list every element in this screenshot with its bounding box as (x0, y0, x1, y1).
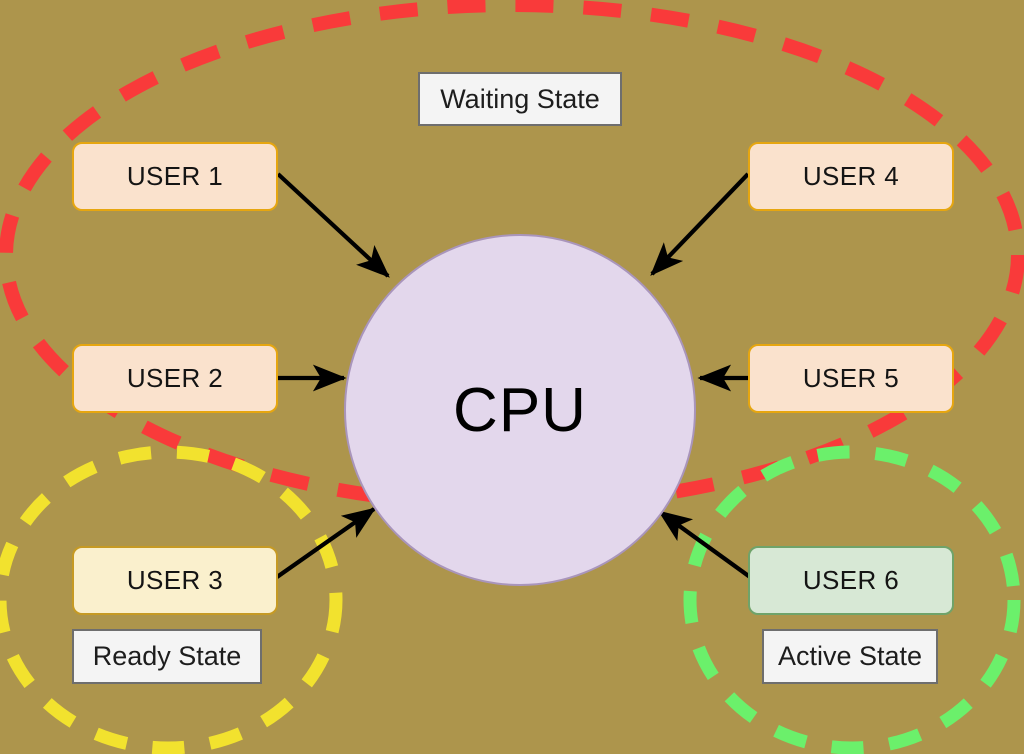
node-user-1[interactable]: USER 1 (72, 142, 278, 211)
cpu-label: CPU (453, 375, 587, 445)
state-label-text: Ready State (92, 641, 242, 671)
node-label: USER 2 (126, 363, 224, 393)
cpu-node[interactable]: CPU (344, 234, 696, 586)
node-label: USER 6 (802, 565, 900, 595)
ready-state-label: Ready State (72, 629, 262, 684)
node-user-5[interactable]: USER 5 (748, 344, 954, 413)
node-user-6[interactable]: USER 6 (748, 546, 954, 615)
node-label: USER 1 (126, 161, 224, 191)
active-state-label: Active State (762, 629, 938, 684)
node-user-3[interactable]: USER 3 (72, 546, 278, 615)
edge-user4-to-cpu (650, 172, 750, 276)
edge-user6-to-cpu (657, 510, 752, 579)
node-user-2[interactable]: USER 2 (72, 344, 278, 413)
state-label-text: Waiting State (440, 83, 600, 114)
waiting-state-label: Waiting State (418, 72, 622, 126)
node-label: USER 3 (126, 565, 224, 595)
node-label: USER 5 (802, 363, 900, 393)
state-label-text: Active State (777, 641, 923, 671)
node-user-4[interactable]: USER 4 (748, 142, 954, 211)
node-label: USER 4 (802, 161, 900, 191)
edge-user1-to-cpu (276, 172, 390, 278)
diagram-canvas: CPU USER 1 USER 2 USER 3 USER 4 USER 5 U… (0, 0, 1024, 754)
